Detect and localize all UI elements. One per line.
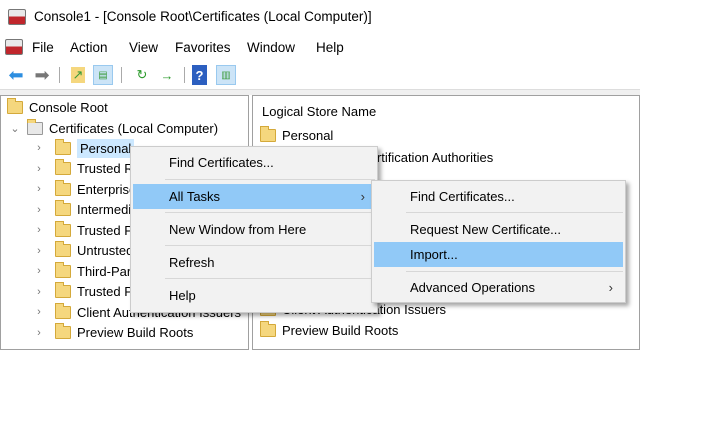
chevron-right-icon[interactable]: › (31, 204, 47, 216)
submenu-item-request-new-certificate[interactable]: Request New Certificate... (374, 217, 623, 242)
chevron-right-icon: › (608, 280, 613, 295)
chevron-right-icon[interactable]: › (31, 224, 47, 236)
submenu-item-advanced-operations[interactable]: Advanced Operations › (374, 275, 623, 300)
folder-icon (55, 302, 71, 319)
chevron-right-icon[interactable]: › (31, 163, 47, 175)
list-item[interactable]: Preview Build Roots (260, 320, 398, 340)
toolbar: ⬅ ➡ ↗ ▤ ↻ → ? ▥ (0, 60, 640, 90)
tree-item[interactable]: › Preview Build Roots (31, 323, 193, 343)
menu-label: All Tasks (169, 189, 221, 204)
refresh-icon[interactable]: ↻ (132, 65, 152, 85)
tree-item-certificates[interactable]: ⌄ Certificates (Local Computer) (7, 118, 218, 138)
folder-icon (55, 200, 71, 216)
folder-icon (260, 320, 276, 337)
menu-label: Find Certificates... (169, 155, 274, 170)
system-menu-icon[interactable] (5, 39, 23, 55)
menu-label: Refresh (169, 255, 215, 270)
tree-item[interactable]: › Personal (31, 138, 135, 158)
tree-label: Certificates (Local Computer) (49, 120, 219, 136)
title-bar: Console1 - [Console Root\Certificates (L… (0, 0, 640, 34)
context-menu: Find Certificates... All Tasks › New Wind… (130, 146, 378, 313)
menu-favorites[interactable]: Favorites (175, 40, 231, 55)
chevron-right-icon: › (360, 189, 365, 204)
menu-label: Advanced Operations (410, 280, 536, 295)
menu-window[interactable]: Window (247, 40, 295, 55)
folder-icon (55, 179, 71, 196)
menu-item-refresh[interactable]: Refresh (133, 250, 375, 275)
folder-icon (55, 241, 71, 257)
tree-label: Console Root (29, 99, 108, 115)
menu-action[interactable]: Action (70, 40, 108, 55)
menu-item-help[interactable]: Help (133, 283, 375, 308)
help-icon[interactable]: ? (192, 65, 207, 85)
tree-item-console-root[interactable]: Console Root (7, 97, 108, 117)
chevron-right-icon[interactable]: › (31, 286, 47, 298)
chevron-right-icon[interactable]: › (31, 142, 47, 154)
folder-icon (7, 97, 23, 114)
menu-bar: File Action View Favorites Window Help (0, 34, 640, 60)
menu-item-all-tasks[interactable]: All Tasks › (133, 184, 375, 209)
chevron-right-icon[interactable]: › (31, 265, 47, 277)
chevron-right-icon[interactable]: › (31, 183, 47, 195)
menu-label: Request New Certificate... (410, 222, 562, 237)
menu-label: Help (169, 288, 196, 303)
column-header-logical-store-name[interactable]: Logical Store Name (262, 104, 376, 119)
up-folder-icon[interactable]: ↗ (68, 65, 88, 85)
window-title: Console1 - [Console Root\Certificates (L… (34, 9, 372, 24)
menu-view[interactable]: View (129, 40, 158, 55)
tree-label: Preview Build Roots (77, 325, 194, 340)
menu-help[interactable]: Help (316, 40, 344, 55)
list-label: Preview Build Roots (282, 322, 399, 338)
chevron-right-icon[interactable]: › (31, 327, 47, 339)
folder-icon (55, 261, 71, 278)
menu-label: New Window from Here (169, 222, 307, 237)
all-tasks-submenu: Find Certificates... Request New Certifi… (371, 180, 626, 303)
forward-arrow-icon[interactable]: ➡ (32, 65, 52, 85)
folder-icon (55, 138, 71, 155)
menu-item-new-window-from-here[interactable]: New Window from Here (133, 217, 375, 242)
tree-label: Personal (77, 138, 135, 158)
chevron-right-icon[interactable]: › (31, 245, 47, 257)
list-item[interactable]: Personal (260, 125, 333, 145)
menu-item-find-certificates[interactable]: Find Certificates... (133, 150, 375, 175)
show-hide-tree-icon[interactable]: ▤ (93, 65, 113, 85)
list-label: Personal (282, 127, 334, 143)
folder-icon (55, 220, 71, 237)
folder-icon (260, 125, 276, 142)
folder-icon (55, 159, 71, 175)
menu-label: Find Certificates... (410, 189, 515, 204)
menu-file[interactable]: File (32, 40, 54, 55)
show-hide-action-pane-icon[interactable]: ▥ (216, 65, 236, 85)
mmc-app-icon (8, 9, 26, 25)
submenu-item-import[interactable]: Import... (374, 242, 623, 267)
certificate-store-icon (27, 118, 43, 135)
back-arrow-icon[interactable]: ⬅ (6, 65, 26, 85)
menu-label: Import... (410, 247, 458, 262)
submenu-item-find-certificates[interactable]: Find Certificates... (374, 184, 623, 209)
chevron-right-icon[interactable]: › (31, 306, 47, 318)
chevron-down-icon[interactable]: ⌄ (7, 122, 23, 135)
export-list-icon[interactable]: → (157, 65, 177, 85)
folder-icon (55, 282, 71, 298)
folder-icon (55, 323, 71, 339)
